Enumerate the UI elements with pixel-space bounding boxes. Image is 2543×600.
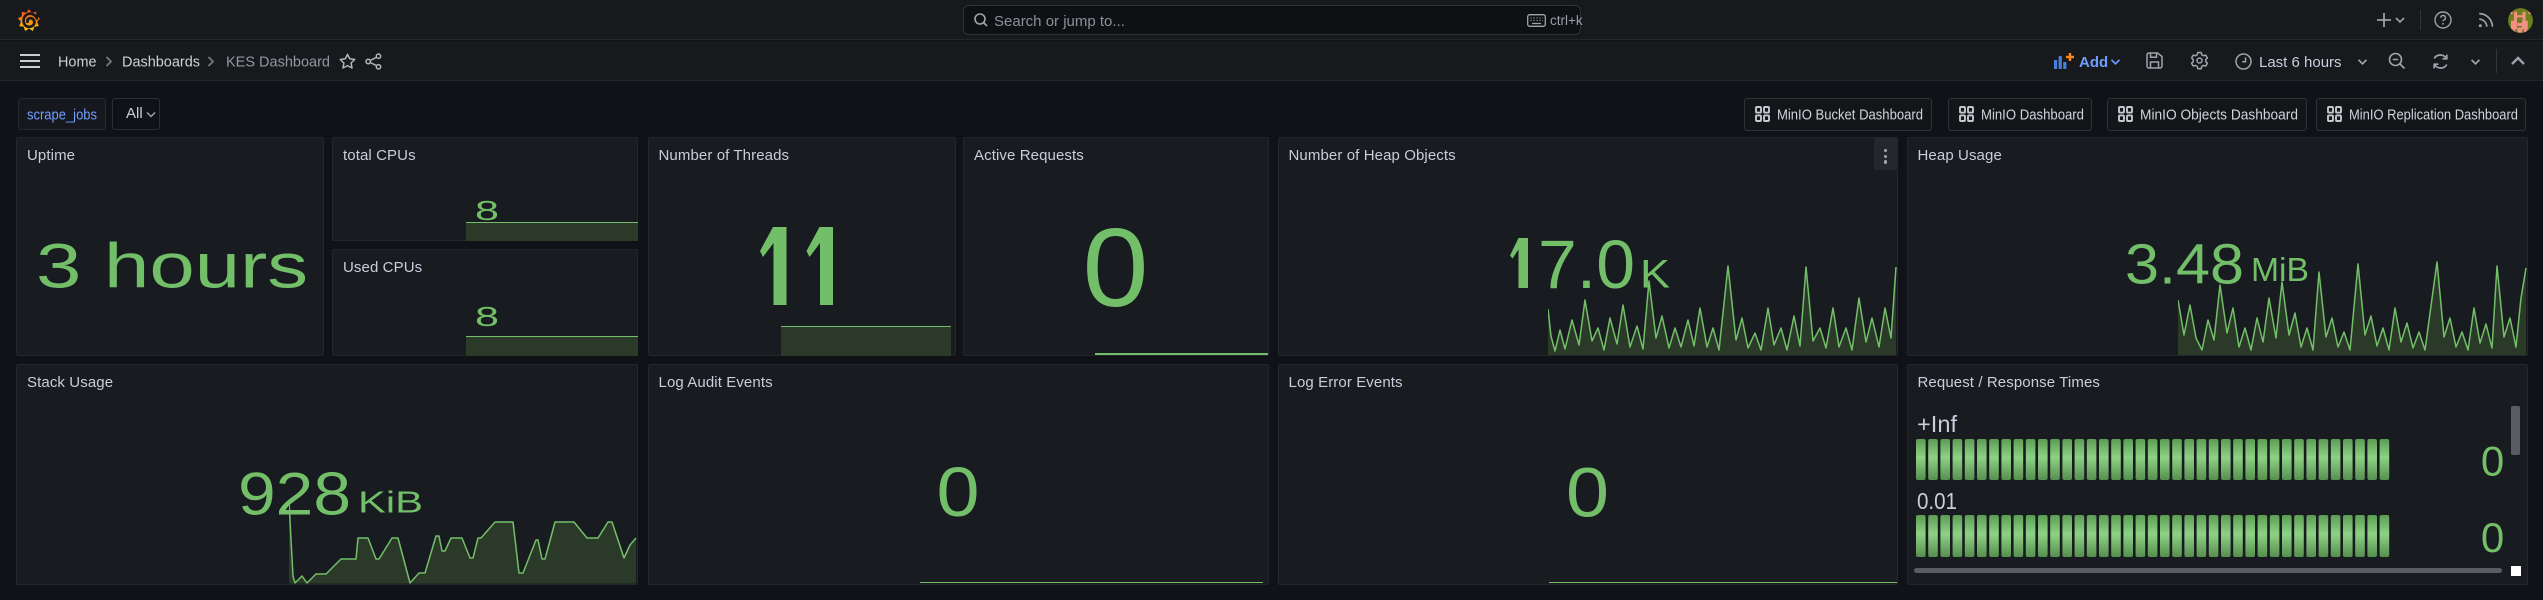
svg-text:0.01: 0.01 [1917, 488, 1957, 514]
svg-text:scrape_jobs: scrape_jobs [27, 106, 97, 123]
svg-text:Dashboards: Dashboards [122, 53, 200, 70]
svg-text:MinIO Replication Dashboard: MinIO Replication Dashboard [2349, 106, 2518, 123]
svg-text:MinIO Objects Dashboard: MinIO Objects Dashboard [2140, 106, 2298, 123]
svg-text:+Inf: +Inf [1917, 411, 1957, 437]
svg-text:MinIO Bucket Dashboard: MinIO Bucket Dashboard [1777, 106, 1923, 123]
svg-text:MinIO Dashboard: MinIO Dashboard [1981, 106, 2084, 123]
svg-text:Home: Home [58, 53, 97, 70]
svg-text:KES Dashboard: KES Dashboard [226, 53, 330, 70]
